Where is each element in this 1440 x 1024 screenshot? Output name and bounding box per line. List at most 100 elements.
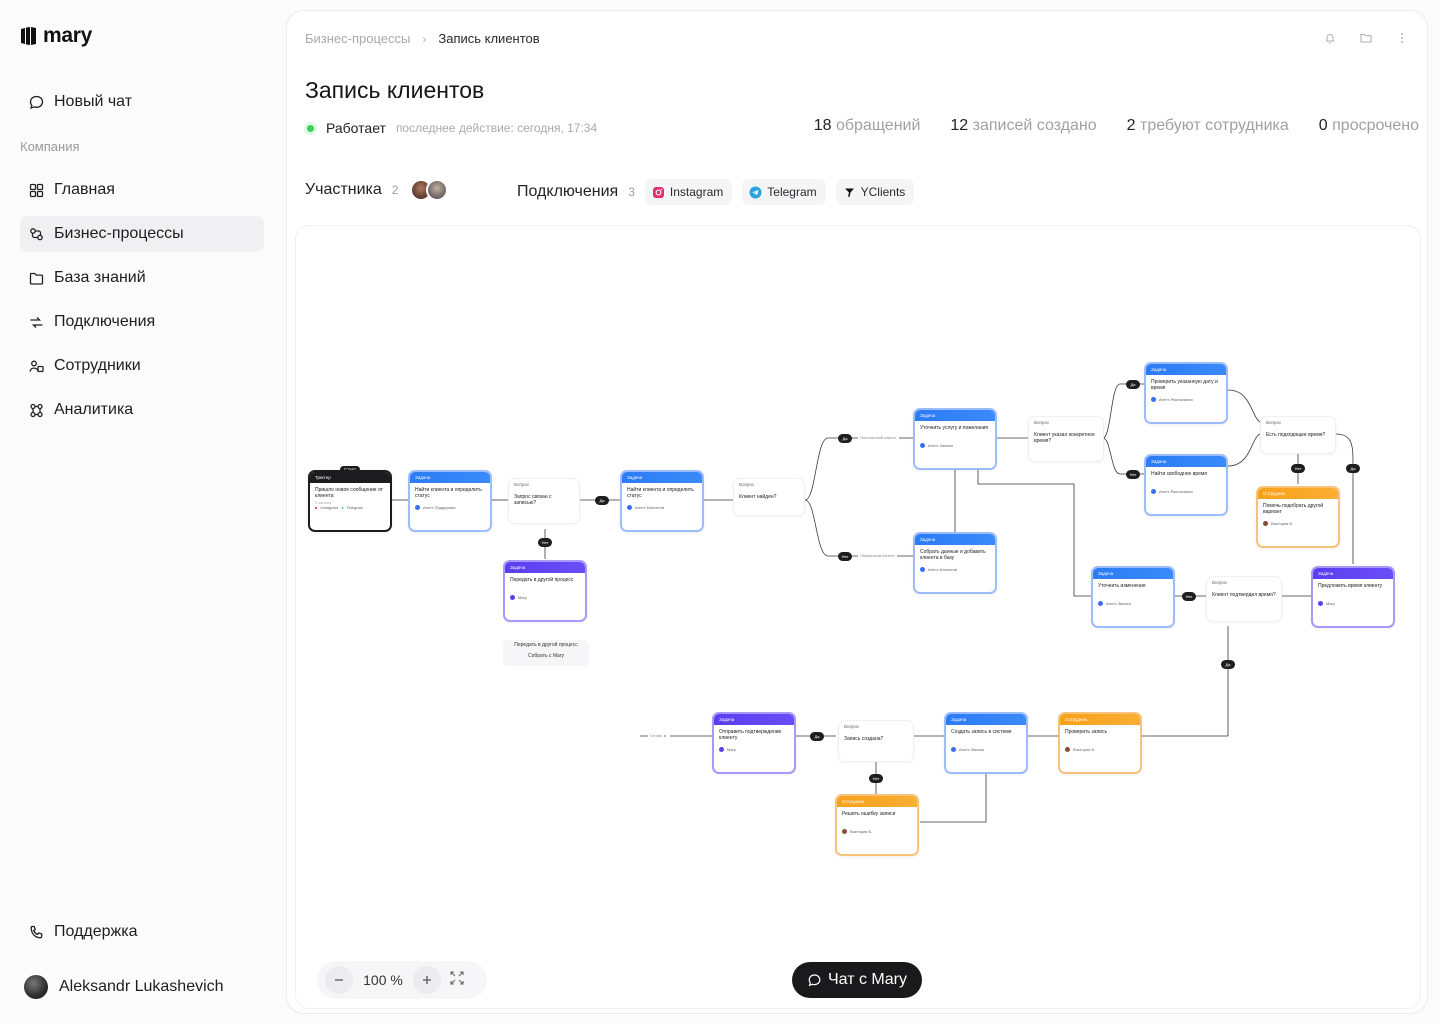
flow-node-trigger[interactable]: Триггер Пришло новое сообщение от клиент… [308,470,392,532]
instagram-icon [652,186,664,198]
flow-node-question[interactable]: Вопрос Клиент подтвердил время? [1206,576,1282,622]
status-badge: Работает [326,120,386,136]
flow-node-task[interactable]: Задача Найти свободное время Агент-Распис… [1144,454,1228,516]
sidebar-item-knowledge-base[interactable]: База знаний [20,260,264,296]
edge-label-regular: Постоянный клиент [858,435,899,440]
folder-icon[interactable] [1359,31,1373,45]
status-dot [307,124,314,132]
flow-node-task[interactable]: Задача Уточнить услугу и пожелания Агент-… [913,408,997,470]
edge-label-no: Нет [1182,592,1196,601]
flow-node-mary[interactable]: Задача Предложить время клиенту Mary [1311,566,1395,628]
expand-icon [450,970,464,985]
flow-node-task[interactable]: Задача Создать запись в системе Агент-Зап… [944,712,1028,774]
users-icon [29,360,44,372]
edge-label-new: Первичный клиент [858,553,897,558]
stat-created: 12 записей создано [950,117,1097,134]
flow-node-mary[interactable]: Задача Передать в другой процесс Mary [503,560,587,622]
participants[interactable]: Участника 2 [305,179,449,201]
edge-label-yes: Да [810,732,824,741]
flow-node-mary[interactable]: Задача Отправить подтверждение клиенту Ma… [712,712,796,774]
chat-bubble-icon [29,95,44,109]
user-profile[interactable]: Aleksandr Lukashevich [24,975,224,999]
sidebar-item-label: Подключения [54,313,156,330]
logo[interactable]: mary [20,24,92,48]
support-button[interactable]: Поддержка [20,914,264,950]
new-chat-label: Новый чат [54,93,133,110]
top-actions [1323,31,1409,45]
flow-node-task[interactable]: Задача Собрать данные и добавить клиента … [913,532,997,594]
stats: 18 обращений 12 записей создано 2 требую… [814,117,1419,135]
process-icon [30,227,43,240]
sidebar-item-label: Сотрудники [54,357,141,374]
chevron-right-icon: › [422,31,427,46]
chip-yclients[interactable]: YClients [835,179,915,205]
section-label-company: Компания [20,139,80,154]
flow-node-task[interactable]: Задача Уточнить изменения Агент-Записи [1091,566,1175,628]
phone-icon [30,925,43,938]
flow-node-question[interactable]: Вопрос Запрос связан с записью? [508,478,580,524]
flow-node-question[interactable]: Вопрос Есть подходящее время? [1260,416,1336,454]
connections-label: Подключения [517,183,619,200]
stat-overdue: 0 просрочено [1318,117,1419,134]
fit-screen-button[interactable] [449,970,465,991]
yclients-icon [844,188,854,197]
edge-label-yes: Да [838,434,852,443]
sidebar-item-label: Главная [54,181,115,198]
sidebar-item-label: База знаний [54,269,146,286]
flow-node-task[interactable]: Задача Найти клиента и определить статус … [620,470,704,532]
flow-node-question[interactable]: Вопрос Клиент найден? [733,478,805,516]
chip-instagram[interactable]: Instagram [644,179,733,205]
breadcrumb-current: Запись клиентов [438,31,540,46]
sidebar-item-label: Бизнес-процессы [54,225,184,242]
page-title: Запись клиентов [305,77,485,103]
stat-requests: 18 обращений [813,117,921,134]
edge-label-no: Нет [1126,470,1140,479]
sidebar-item-employees[interactable]: Сотрудники [20,348,264,384]
telegram-icon [749,186,762,198]
flow-node-staff[interactable]: Сотрудник Проверить запись Виктория Б. [1058,712,1142,774]
bell-icon[interactable] [1323,31,1337,45]
flow-node-question[interactable]: Вопрос Клиент указал конкретное время? [1028,416,1104,462]
edge-label-yes: Да [1221,660,1235,669]
app-name: mary [43,24,93,47]
new-chat-button[interactable]: Новый чат [20,84,264,120]
flow-node-task[interactable]: Задача Найти клиента и определить статус … [408,470,492,532]
sidebar-item-analytics[interactable]: Аналитика [20,392,264,428]
flow-node-question[interactable]: Вопрос Запись создана? [838,720,914,762]
breadcrumb-parent[interactable]: Бизнес-процессы [305,31,410,46]
user-name: Aleksandr Lukashevich [59,978,224,995]
chat-bubble-icon [808,973,821,986]
sidebar: mary Новый чат Компания Главная Бизнес-п… [0,0,284,1024]
chip-telegram[interactable]: Telegram [742,179,826,205]
sidebar-item-business-processes[interactable]: Бизнес-процессы [20,216,264,252]
flow-node-staff[interactable]: Сотрудник Помочь подобрать другой вариант… [1256,486,1340,548]
folder-icon [29,272,44,285]
main-panel: Бизнес-процессы › Запись клиентов Запись… [286,10,1428,1014]
flow-submenu[interactable]: Передать в другой процесс Собрать с Mary [503,640,589,666]
zoom-out-button[interactable] [325,966,353,994]
edge-label-yes: Да [595,496,609,505]
minus-icon [335,979,343,981]
participants-label: Участника [305,181,382,198]
sidebar-item-label: Аналитика [54,401,134,418]
edge-label-no: Нет [869,774,883,783]
edge-label-yes: Да [1126,380,1140,389]
flow-canvas[interactable]: Да Нет Да Нет Постоянный клиент Первичны… [295,225,1421,1009]
mary-logo-icon [21,27,36,45]
edge-label-no: Нет [1291,464,1305,473]
connections-count: 3 [628,185,635,199]
flow-node-staff[interactable]: Сотрудник Решить ошибку записи Виктория Б… [835,794,919,856]
connections-icon [30,316,43,328]
more-vertical-icon[interactable] [1395,31,1409,45]
connections: Подключения 3 Instagram Telegram YClient… [517,179,915,205]
participants-count: 2 [391,183,399,197]
edge-label-yes: Да [1346,464,1360,473]
sidebar-item-home[interactable]: Главная [20,172,264,208]
zoom-level: 100 % [363,972,403,988]
sidebar-item-connections[interactable]: Подключения [20,304,264,340]
avatar [24,975,48,999]
zoom-controls: 100 % [317,961,487,999]
zoom-in-button[interactable] [413,966,441,994]
flow-node-task[interactable]: Задача Проверить указанную дату и время А… [1144,362,1228,424]
chat-with-mary-button[interactable]: Чат с Mary [792,962,922,998]
